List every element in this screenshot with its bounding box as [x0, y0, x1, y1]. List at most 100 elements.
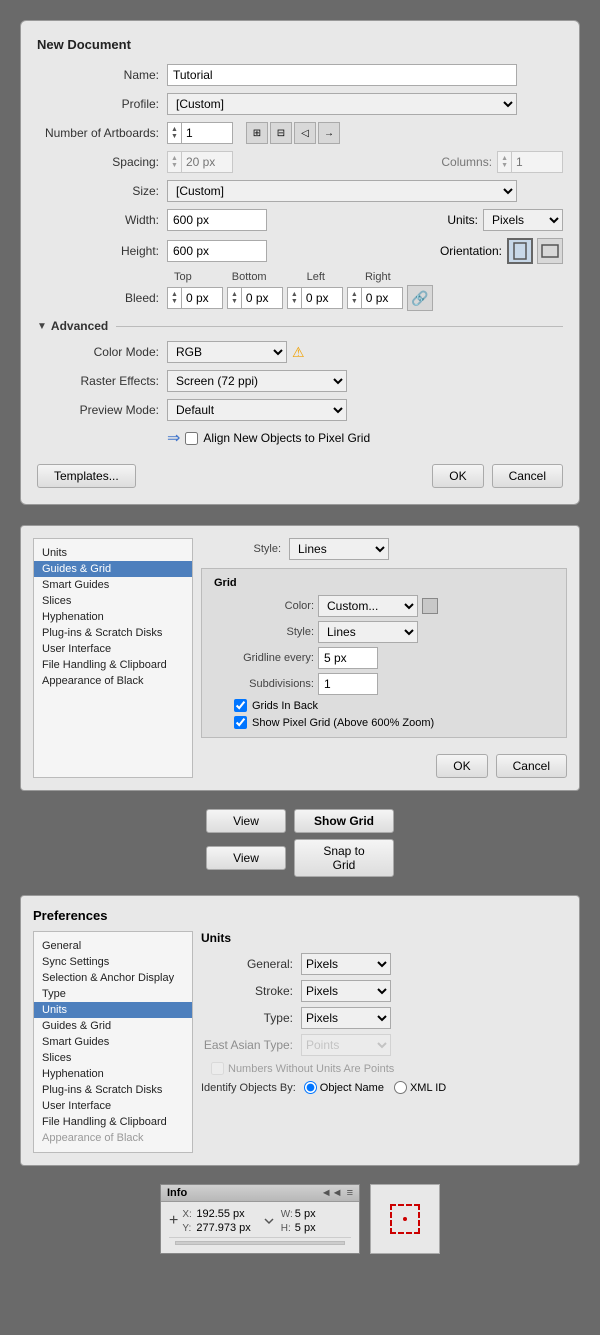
view1-button[interactable]: View: [206, 809, 286, 833]
preview-select[interactable]: Default: [167, 399, 347, 421]
general-units-select[interactable]: Pixels: [301, 953, 391, 975]
info-body: + X: 192.55 px Y: 277.973 px: [161, 1202, 359, 1253]
advanced-triangle-icon[interactable]: ▼: [37, 321, 47, 332]
ok-button[interactable]: OK: [432, 464, 483, 488]
sidebar-item-hyphenation[interactable]: Hyphenation: [34, 609, 192, 625]
crosshair-icon: +: [169, 1212, 178, 1230]
guides-prefs-content: Style: Lines Grid Color: Custom... Style…: [201, 538, 567, 778]
name-label: Name:: [37, 68, 167, 82]
pref-appearance[interactable]: Appearance of Black: [34, 1130, 192, 1146]
size-select[interactable]: [Custom]: [167, 180, 517, 202]
bleed-right-up[interactable]: ▲: [348, 291, 361, 298]
red-square-icon: [390, 1204, 420, 1234]
pref-guides-grid[interactable]: Guides & Grid: [34, 1018, 192, 1034]
artboards-down-arrow[interactable]: ▼: [168, 133, 181, 140]
grids-back-checkbox[interactable]: [234, 699, 247, 712]
bleed-top-spinner[interactable]: ▲ ▼ 0 px: [167, 287, 223, 309]
pref-smart-guides[interactable]: Smart Guides: [34, 1034, 192, 1050]
xml-id-radio[interactable]: [394, 1081, 407, 1094]
grid-color-row: Color: Custom...: [214, 595, 554, 617]
artboard-arrange-icon[interactable]: ⊟: [270, 122, 292, 144]
info-coords-row: + X: 192.55 px Y: 277.973 px: [169, 1208, 351, 1234]
bleed-link-icon[interactable]: 🔗: [407, 285, 433, 311]
bleed-left-spinner[interactable]: ▲ ▼ 0 px: [287, 287, 343, 309]
bleed-bottom-spinner[interactable]: ▲ ▼ 0 px: [227, 287, 283, 309]
artboard-left-icon[interactable]: ◁: [294, 122, 316, 144]
sidebar-item-appearance[interactable]: Appearance of Black: [34, 673, 192, 689]
info-menu-icon[interactable]: ≡: [347, 1187, 353, 1199]
bleed-left-value: 0 px: [302, 291, 342, 305]
subdivisions-input[interactable]: [318, 673, 378, 695]
sidebar-item-units[interactable]: Units: [34, 545, 192, 561]
bleed-right-spinner[interactable]: ▲ ▼ 0 px: [347, 287, 403, 309]
show-grid-button[interactable]: Show Grid: [294, 809, 394, 833]
pref-selection[interactable]: Selection & Anchor Display: [34, 970, 192, 986]
artboards-up-arrow[interactable]: ▲: [168, 126, 181, 133]
columns-up: ▲: [498, 155, 511, 162]
stroke-units-select[interactable]: Pixels: [301, 980, 391, 1002]
sidebar-item-ui[interactable]: User Interface: [34, 641, 192, 657]
bleed-left-down[interactable]: ▼: [288, 298, 301, 305]
pref-sync[interactable]: Sync Settings: [34, 954, 192, 970]
gridline-input[interactable]: [318, 647, 378, 669]
snap-grid-button[interactable]: Snap to Grid: [294, 839, 394, 877]
view2-button[interactable]: View: [206, 846, 286, 870]
show-pixel-label: Show Pixel Grid (Above 600% Zoom): [252, 717, 434, 729]
width-input[interactable]: [167, 209, 267, 231]
bleed-left-label: Left: [307, 271, 325, 283]
object-name-radio[interactable]: [304, 1081, 317, 1094]
bleed-bottom-up[interactable]: ▲: [228, 291, 241, 298]
advanced-section: ▼ Advanced Color Mode: RGB ⚠ Raster Effe…: [37, 319, 563, 448]
name-row: Name:: [37, 64, 563, 86]
info-divider: [169, 1237, 351, 1238]
pixel-align-checkbox[interactable]: [185, 432, 198, 445]
pref-ui[interactable]: User Interface: [34, 1098, 192, 1114]
name-input[interactable]: [167, 64, 517, 86]
sidebar-item-smart-guides[interactable]: Smart Guides: [34, 577, 192, 593]
info-expand-icon[interactable]: ◄◄: [321, 1187, 343, 1199]
pref-general[interactable]: General: [34, 938, 192, 954]
info-panel-header: Info ◄◄ ≡: [161, 1185, 359, 1202]
orientation-label: Orientation:: [440, 244, 502, 258]
pref-slices[interactable]: Slices: [34, 1050, 192, 1066]
pref-units[interactable]: Units: [34, 1002, 192, 1018]
bleed-top-up[interactable]: ▲: [168, 291, 181, 298]
grid-color-swatch[interactable]: [422, 598, 438, 614]
pref-hyphenation[interactable]: Hyphenation: [34, 1066, 192, 1082]
sidebar-item-filehandling[interactable]: File Handling & Clipboard: [34, 657, 192, 673]
columns-spinner: ▲ ▼ 1: [497, 151, 563, 173]
grid-color-select[interactable]: Custom...: [318, 595, 418, 617]
templates-button[interactable]: Templates...: [37, 464, 136, 488]
type-units-row: Type: Pixels: [201, 1007, 567, 1029]
color-mode-select[interactable]: RGB: [167, 341, 287, 363]
grid-style-select[interactable]: Lines: [318, 621, 418, 643]
sidebar-item-guides-grid[interactable]: Guides & Grid: [34, 561, 192, 577]
bleed-right-down[interactable]: ▼: [348, 298, 361, 305]
color-mode-label: Color Mode:: [37, 345, 167, 359]
units-select[interactable]: Pixels: [483, 209, 563, 231]
bleed-left-up[interactable]: ▲: [288, 291, 301, 298]
height-input[interactable]: [167, 240, 267, 262]
portrait-button[interactable]: [507, 238, 533, 264]
artboards-spinner[interactable]: ▲ ▼ 1: [167, 122, 233, 144]
type-units-select[interactable]: Pixels: [301, 1007, 391, 1029]
pref-filehandling[interactable]: File Handling & Clipboard: [34, 1114, 192, 1130]
landscape-button[interactable]: [537, 238, 563, 264]
pref-plugins[interactable]: Plug-ins & Scratch Disks: [34, 1082, 192, 1098]
pref-type[interactable]: Type: [34, 986, 192, 1002]
bleed-row: Bleed: ▲ ▼ 0 px ▲ ▼ 0 px ▲ ▼: [37, 285, 563, 311]
raster-select[interactable]: Screen (72 ppi): [167, 370, 347, 392]
guide-style-select[interactable]: Lines: [289, 538, 389, 560]
show-pixel-checkbox[interactable]: [234, 716, 247, 729]
sidebar-item-plugins[interactable]: Plug-ins & Scratch Disks: [34, 625, 192, 641]
cancel-button[interactable]: Cancel: [492, 464, 563, 488]
bleed-bottom-down[interactable]: ▼: [228, 298, 241, 305]
sidebar-item-slices[interactable]: Slices: [34, 593, 192, 609]
bleed-top-down[interactable]: ▼: [168, 298, 181, 305]
profile-select[interactable]: [Custom]: [167, 93, 517, 115]
guides-cancel-button[interactable]: Cancel: [496, 754, 567, 778]
artboard-grid-icon[interactable]: ⊞: [246, 122, 268, 144]
guides-ok-button[interactable]: OK: [436, 754, 487, 778]
height-label: Height:: [37, 244, 167, 258]
artboard-right-icon[interactable]: →: [318, 122, 340, 144]
